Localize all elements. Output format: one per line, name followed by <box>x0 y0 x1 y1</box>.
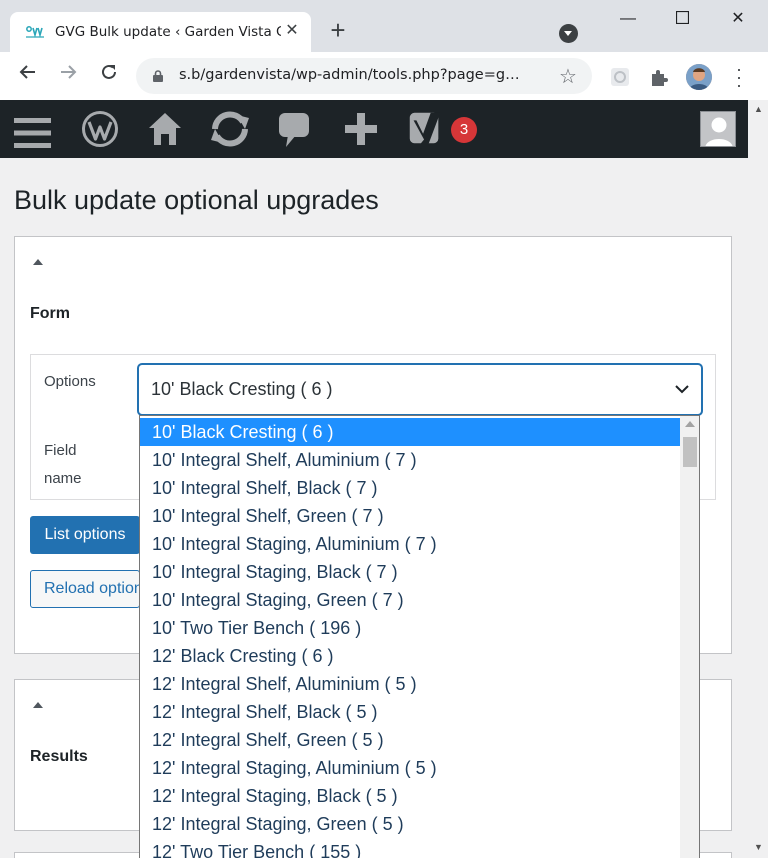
extension-icon[interactable] <box>609 66 631 88</box>
close-window-icon[interactable]: ✕ <box>710 0 766 38</box>
home-icon[interactable] <box>147 109 183 149</box>
dropdown-option[interactable]: 10' Integral Staging, Black ( 7 ) <box>140 558 680 586</box>
dropdown-option[interactable]: 12' Integral Staging, Aluminium ( 5 ) <box>140 754 680 782</box>
dropdown-scroll-thumb[interactable] <box>683 437 697 467</box>
tab-search-icon[interactable] <box>559 24 578 43</box>
chrome-profile-avatar[interactable] <box>686 64 712 90</box>
dropdown-option[interactable]: 10' Integral Shelf, Green ( 7 ) <box>140 502 680 530</box>
dropdown-option[interactable]: 12' Integral Shelf, Black ( 5 ) <box>140 698 680 726</box>
reload-icon[interactable] <box>96 62 122 88</box>
dropdown-option[interactable]: 12' Two Tier Bench ( 155 ) <box>140 838 680 858</box>
browser-tab[interactable]: GVG Bulk update ‹ Garden Vista G ✕ <box>10 12 311 53</box>
field-name-label-line2: name <box>44 470 82 487</box>
bookmark-star-icon[interactable]: ☆ <box>559 64 577 89</box>
browser-tab-strip: GVG Bulk update ‹ Garden Vista G ✕ + — ✕ <box>0 0 768 53</box>
chevron-down-icon <box>675 385 689 394</box>
forward-arrow-icon[interactable] <box>55 62 81 88</box>
yoast-seo-icon[interactable] <box>407 109 443 149</box>
new-tab-button[interactable]: + <box>326 17 350 43</box>
notification-count-badge: 3 <box>451 117 477 143</box>
page-title: Bulk update optional upgrades <box>14 185 379 215</box>
options-select-value: 10' Black Cresting ( 6 ) <box>151 379 333 399</box>
extensions-puzzle-icon[interactable] <box>648 66 670 88</box>
dropdown-option[interactable]: 10' Two Tier Bench ( 196 ) <box>140 614 680 642</box>
menu-toggle-icon[interactable] <box>14 113 51 153</box>
back-arrow-icon[interactable] <box>15 62 41 88</box>
field-name-label-line1: Field <box>44 442 77 459</box>
dropdown-option[interactable]: 10' Black Cresting ( 6 ) <box>140 418 680 446</box>
dropdown-option[interactable]: 12' Integral Shelf, Green ( 5 ) <box>140 726 680 754</box>
dropdown-option[interactable]: 12' Integral Staging, Black ( 5 ) <box>140 782 680 810</box>
options-label: Options <box>44 373 96 390</box>
list-options-button[interactable]: List options <box>30 516 140 554</box>
updates-icon[interactable] <box>207 109 253 149</box>
lock-icon <box>153 70 163 82</box>
collapse-toggle-icon[interactable] <box>33 259 43 265</box>
scroll-down-icon[interactable]: ▼ <box>754 842 763 852</box>
wp-admin-bar <box>0 100 748 158</box>
dropdown-scrollbar[interactable] <box>680 416 699 858</box>
site-favicon-icon <box>26 26 44 38</box>
url-text: s.b/gardenvista/wp-admin/tools.php?page=… <box>179 67 520 83</box>
dropdown-option[interactable]: 12' Integral Staging, Green ( 5 ) <box>140 810 680 838</box>
dropdown-option[interactable]: 12' Integral Shelf, Aluminium ( 5 ) <box>140 670 680 698</box>
options-select[interactable]: 10' Black Cresting ( 6 ) <box>138 364 702 415</box>
dropdown-option[interactable]: 10' Integral Shelf, Aluminium ( 7 ) <box>140 446 680 474</box>
form-heading: Form <box>30 305 70 322</box>
wordpress-logo-icon[interactable] <box>81 109 119 149</box>
collapse-toggle-icon[interactable] <box>33 702 43 708</box>
tab-close-icon[interactable]: ✕ <box>283 22 301 40</box>
page-scrollbar[interactable]: ▲ ▼ <box>748 100 768 858</box>
browser-toolbar: s.b/gardenvista/wp-admin/tools.php?page=… <box>0 52 768 100</box>
minimize-window-icon[interactable]: — <box>600 0 656 38</box>
scroll-up-icon[interactable]: ▲ <box>754 104 763 114</box>
dropdown-option[interactable]: 12' Black Cresting ( 6 ) <box>140 642 680 670</box>
scroll-up-icon[interactable] <box>685 421 695 427</box>
chrome-menu-icon[interactable]: · · · <box>731 60 747 94</box>
new-content-plus-icon[interactable] <box>343 109 379 149</box>
comments-icon[interactable] <box>278 109 310 149</box>
browser-tab-title: GVG Bulk update ‹ Garden Vista G <box>55 24 281 40</box>
reload-options-button[interactable]: Reload options <box>30 570 140 608</box>
address-bar[interactable]: s.b/gardenvista/wp-admin/tools.php?page=… <box>136 58 592 94</box>
admin-user-avatar[interactable] <box>700 111 736 147</box>
results-heading: Results <box>30 748 88 765</box>
dropdown-option[interactable]: 10' Integral Staging, Aluminium ( 7 ) <box>140 530 680 558</box>
options-dropdown-list[interactable]: 12' Two Tier Bench ( 155 ) 12' Integral S… <box>139 415 700 858</box>
dropdown-option[interactable]: 10' Integral Staging, Green ( 7 ) <box>140 586 680 614</box>
dropdown-option[interactable]: 10' Integral Shelf, Black ( 7 ) <box>140 474 680 502</box>
maximize-window-icon[interactable] <box>654 0 710 38</box>
